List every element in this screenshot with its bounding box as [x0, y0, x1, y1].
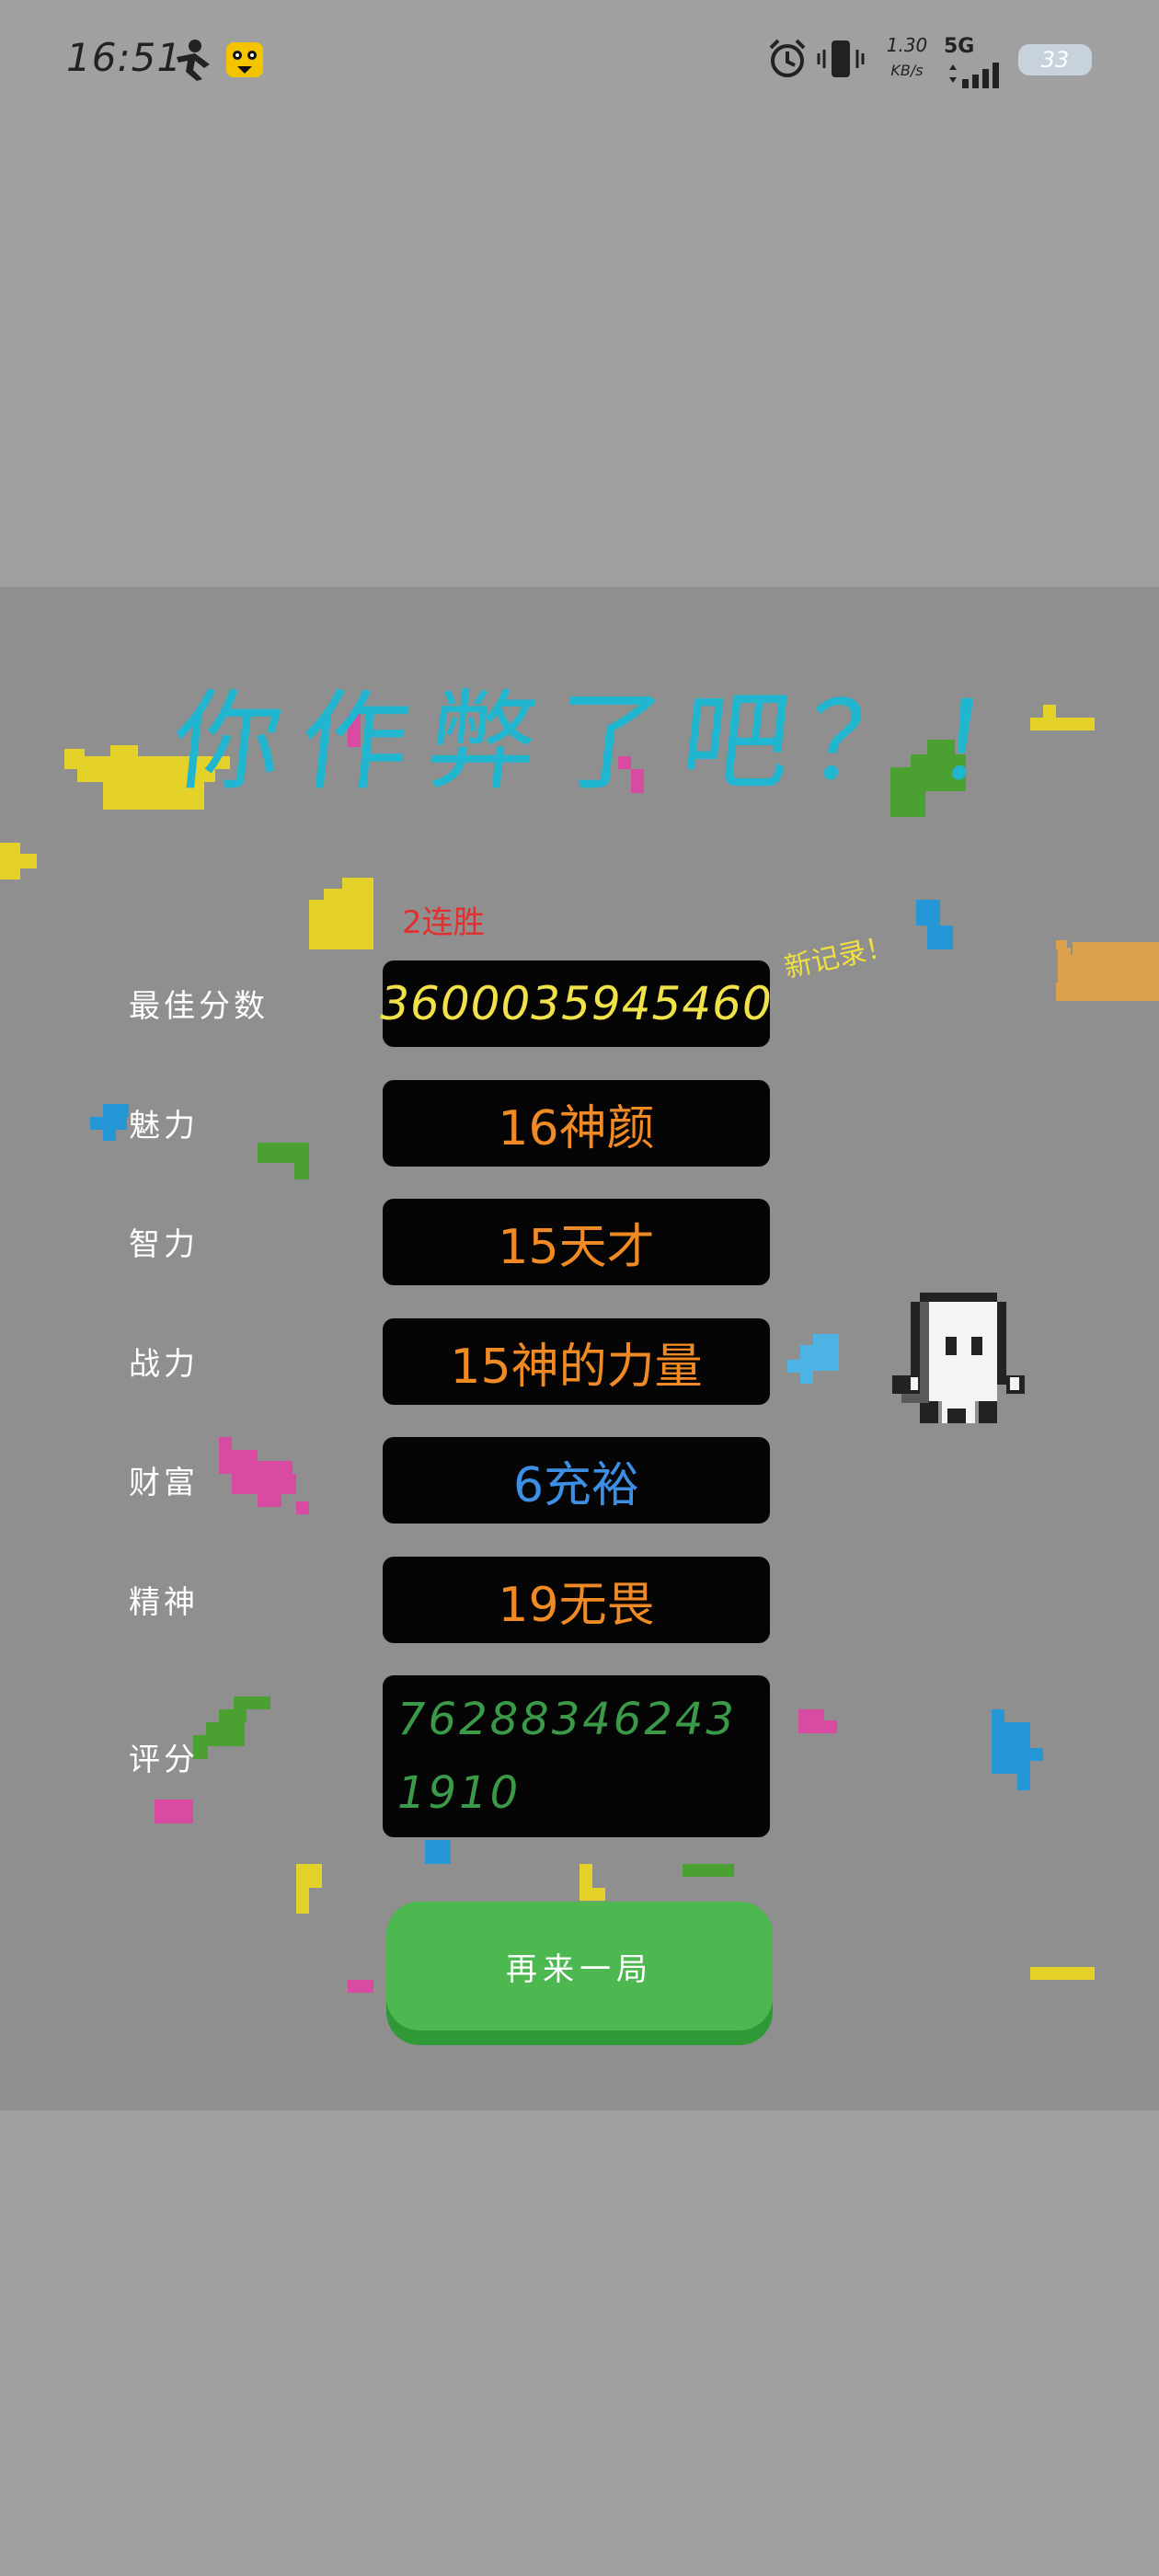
wealth-value: 6充裕	[383, 1437, 770, 1524]
result-title: 你作弊了吧？！	[166, 678, 1070, 805]
battery-icon: 33	[1018, 44, 1092, 75]
signal-icon	[949, 63, 999, 88]
combat-value: 15神的力量	[383, 1318, 770, 1405]
restart-button-label[interactable]: 再来一局	[386, 1902, 773, 2030]
vibrate-icon	[817, 40, 865, 77]
intelligence-value: 15天才	[383, 1199, 770, 1285]
network-speed: 1.30	[886, 34, 928, 56]
person-icon	[177, 40, 210, 81]
combat-label: 战力	[129, 1346, 199, 1383]
pixel-character-icon	[892, 1293, 1025, 1423]
spirit-value: 19无畏	[383, 1557, 770, 1643]
charm-label: 魅力	[129, 1108, 199, 1144]
best-score-value: 3600035945460	[380, 960, 772, 1047]
app-cat-icon	[226, 42, 263, 77]
charm-value: 16神颜	[383, 1080, 770, 1167]
alarm-icon	[769, 39, 806, 77]
network-unit: KB/s	[890, 62, 924, 79]
status-bar: 16:51 1.30 KB/s 5G 33	[0, 0, 1159, 120]
best-score-label: 最佳分数	[129, 988, 269, 1025]
restart-button[interactable]: 再来一局	[386, 1902, 773, 2045]
intelligence-label: 智力	[129, 1226, 199, 1263]
spirit-label: 精神	[129, 1584, 199, 1621]
rating-label: 评分	[129, 1742, 199, 1778]
win-streak: 2连胜	[402, 904, 485, 941]
rating-value: 762883462431910	[383, 1675, 770, 1837]
wealth-label: 财富	[129, 1465, 199, 1501]
status-time: 16:51	[66, 35, 183, 80]
